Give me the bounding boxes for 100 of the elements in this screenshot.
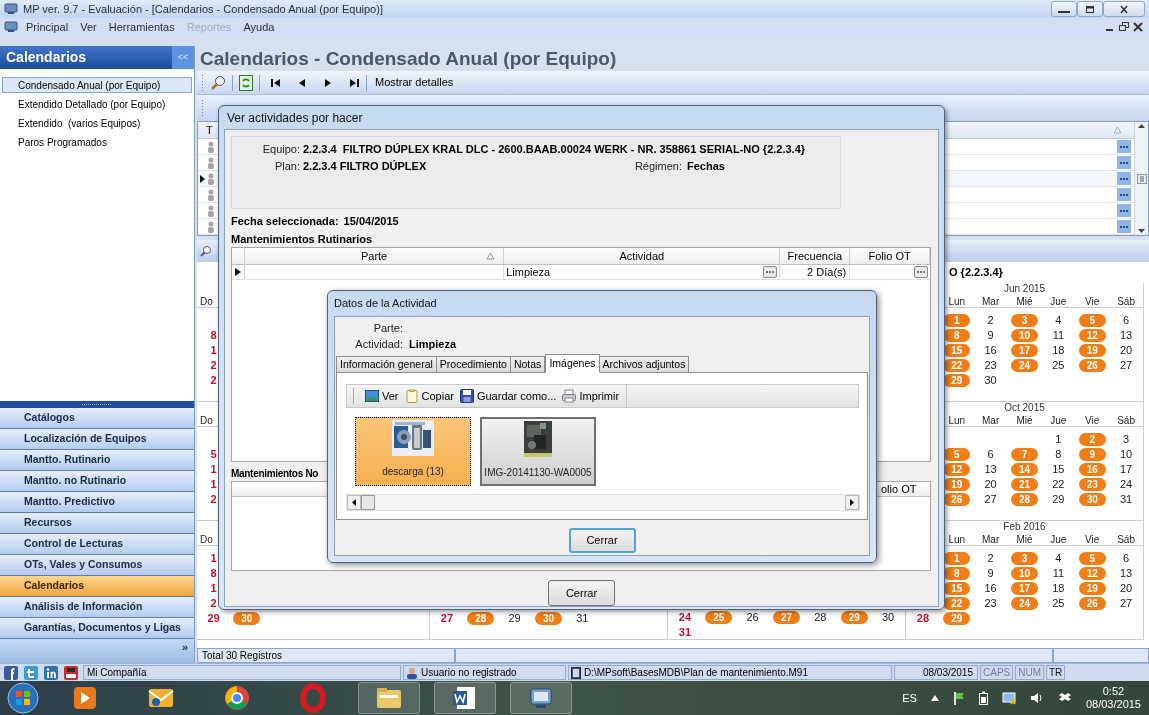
column-header[interactable]: Parte — [244, 248, 505, 264]
nav-button[interactable]: Calendarios — [0, 576, 194, 597]
image-thumbnail[interactable]: IMG-20141130-WA0005 — [480, 417, 596, 486]
last-icon[interactable] — [348, 77, 360, 88]
close-button[interactable]: Cerrar — [568, 528, 636, 553]
scheduled-day: 29 — [943, 373, 971, 387]
scheduled-day: 19 — [1078, 581, 1106, 595]
sidebar-item[interactable]: Paros Programados — [2, 134, 192, 150]
restore-icon[interactable] — [1119, 22, 1129, 32]
grip-icon[interactable] — [82, 403, 112, 406]
nav-button[interactable]: Catálogos — [0, 408, 194, 429]
page-title: Calendarios - Condensado Anual (por Equipo) — [199, 47, 618, 71]
ellipsis-button[interactable] — [914, 266, 928, 278]
menu-item[interactable]: Principal — [20, 18, 75, 36]
floppy-icon — [459, 389, 474, 403]
menu-item[interactable]: Herramientas — [102, 18, 181, 36]
minimize-button[interactable] — [1051, 1, 1077, 17]
scrollbar[interactable] — [346, 494, 860, 511]
social-icon[interactable] — [64, 665, 78, 680]
sidebar-item[interactable]: Condensado Anual (por Equipo) — [2, 77, 192, 93]
figure-icon — [207, 188, 215, 201]
language-indicator[interactable]: ES — [902, 689, 917, 707]
social-icon[interactable] — [4, 665, 18, 680]
nav-button[interactable]: OTs, Vales y Consumos — [0, 555, 194, 576]
day-number: 2 — [987, 313, 994, 328]
battery-icon[interactable] — [978, 691, 988, 705]
nav-button[interactable]: Garantías, Documentos y Ligas — [0, 618, 194, 639]
nav-button[interactable]: Recursos — [0, 513, 194, 534]
menu-item[interactable]: Ayuda — [237, 18, 281, 36]
day-number: 6 — [987, 447, 994, 462]
table-cell-text: Limpieza — [506, 264, 552, 280]
ellipsis-button[interactable] — [1117, 188, 1131, 201]
refresh-icon[interactable] — [239, 74, 253, 91]
weekday-label: Do — [200, 414, 213, 428]
scheduled-day: 28 — [467, 611, 495, 625]
nav-button[interactable]: Control de Lecturas — [0, 534, 194, 555]
nav-button[interactable]: Localización de Equipos — [0, 429, 194, 450]
ellipsis-button[interactable] — [1117, 220, 1131, 233]
tab[interactable]: Imágenes — [545, 354, 600, 373]
day-number: 3 — [1123, 432, 1130, 447]
scheduled-day: 26 — [943, 492, 971, 506]
weekday-label: Vie — [1085, 533, 1100, 547]
scrollbar[interactable] — [1134, 122, 1148, 235]
ellipsis-button[interactable] — [1117, 156, 1131, 169]
maximize-button[interactable] — [1077, 1, 1103, 17]
network-icon[interactable] — [1001, 691, 1016, 705]
ellipsis-button[interactable] — [1117, 140, 1131, 153]
speaker-icon[interactable] — [1029, 691, 1044, 705]
close-icon[interactable] — [1133, 22, 1143, 32]
weekday-label: Jue — [1050, 295, 1067, 309]
day-number: 1 — [1055, 432, 1062, 447]
close-button[interactable]: Cerrar — [548, 580, 615, 606]
nav-button[interactable]: Mantto. Predictivo — [0, 492, 194, 513]
day-number: 29 — [508, 611, 521, 626]
clock-date[interactable]: 08/03/2015 — [1085, 698, 1141, 711]
flag-icon[interactable] — [952, 691, 965, 705]
nav-button[interactable]: Análisis de Información — [0, 597, 194, 618]
ellipsis-button[interactable] — [1117, 172, 1131, 185]
weekday-label: Mar — [982, 533, 1000, 547]
day-number: 11 — [1052, 566, 1065, 581]
day-number: 24 — [1119, 477, 1133, 492]
equipment-heading: O {2.2.3.4} — [949, 265, 1003, 281]
day-number: 10 — [1119, 447, 1133, 462]
month-title: Jun 2015 — [1003, 283, 1046, 294]
toolbar-button[interactable]: Ver — [365, 387, 402, 405]
nav-button[interactable]: Mantto. no Rutinario — [0, 471, 194, 492]
details-button[interactable]: Mostrar detalles — [373, 74, 456, 91]
toolbar-button[interactable]: Copiar — [404, 387, 457, 405]
clock-time[interactable]: 0:52 — [1102, 685, 1125, 698]
sidebar-item[interactable]: Extendido Detallado (por Equipo) — [2, 96, 192, 112]
nav-button[interactable]: Mantto. Rutinario — [0, 450, 194, 471]
overflow-button[interactable]: » — [181, 639, 188, 663]
sort-icon — [1113, 126, 1122, 134]
company-field: Mi Compañía — [83, 665, 401, 680]
regime-value: Fechas — [686, 158, 725, 174]
up-arrow-icon[interactable] — [930, 695, 939, 701]
window-title: MP ver. 9.7 - Evaluación - [Calendarios - Condensado Anual (por Equipo)] — [23, 1, 383, 17]
image-thumbnail[interactable]: descarga (13) — [355, 417, 471, 486]
sidebar-item[interactable]: Extendido (varios Equipos) — [2, 115, 192, 131]
close-button[interactable] — [1103, 1, 1145, 17]
day-number: 13 — [1119, 566, 1133, 581]
first-icon[interactable] — [270, 77, 282, 88]
column-header[interactable]: Folio OT — [850, 248, 930, 264]
weekday-label: Lun — [948, 414, 966, 428]
toolbar-button[interactable]: Imprimir — [562, 387, 623, 405]
scheduled-day: 8 — [943, 566, 971, 580]
toolbar-button[interactable]: Guardar como... — [459, 387, 560, 405]
scheduled-day: 26 — [1078, 358, 1106, 372]
day-number: 17 — [1119, 462, 1133, 477]
ellipsis-button[interactable] — [763, 266, 778, 278]
ellipsis-button[interactable] — [1117, 204, 1131, 217]
start-button[interactable] — [6, 682, 40, 714]
grip-icon — [201, 100, 204, 116]
column-header[interactable]: Frecuencia — [780, 248, 851, 264]
menu-item[interactable]: Ver — [74, 18, 103, 36]
scheduled-day: 30 — [1078, 492, 1106, 506]
day-number: 1 — [210, 581, 217, 596]
figure-icon — [207, 204, 215, 217]
column-header[interactable]: Actividad — [504, 248, 781, 264]
search-icon[interactable] — [210, 74, 226, 91]
